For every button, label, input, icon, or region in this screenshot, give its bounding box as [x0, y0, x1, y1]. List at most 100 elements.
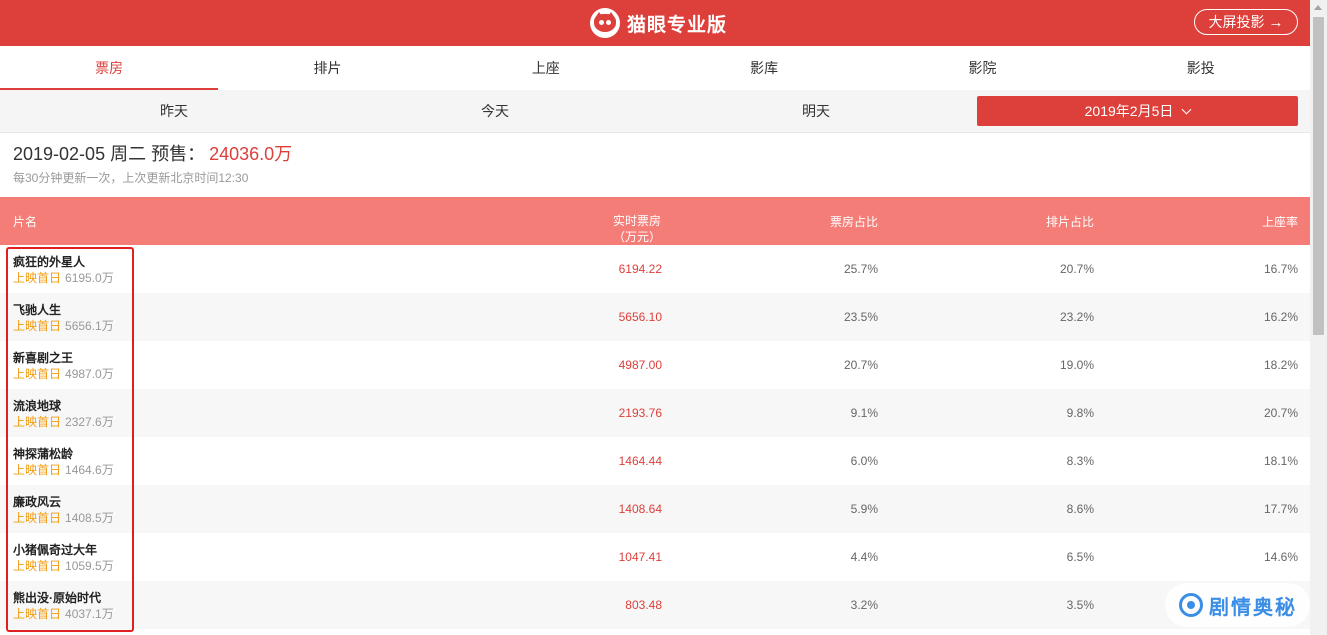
show-share-value: 6.5% — [1066, 550, 1094, 564]
header-realtime-box[interactable]: 实时票房 （万元） — [560, 197, 662, 245]
selected-date: 2019年2月5日 — [1084, 103, 1174, 119]
seat-rate-value: 14.6% — [1263, 550, 1298, 564]
seat-rate-value: 18.2% — [1263, 358, 1298, 372]
date-yesterday[interactable]: 昨天 — [94, 90, 254, 132]
release-tag: 上映首日 — [13, 607, 62, 621]
show-share-value: 8.3% — [1066, 454, 1094, 468]
release-tag: 上映首日 — [13, 511, 62, 525]
header-box-share[interactable]: 票房占比 — [780, 197, 878, 245]
movie-name[interactable]: 神探蒲松龄 — [13, 445, 73, 462]
show-share-value: 20.7% — [1059, 262, 1094, 276]
tab-attendance[interactable]: 上座 — [437, 46, 655, 90]
tab-boxoffice[interactable]: 票房 — [0, 46, 219, 90]
table-row[interactable]: 新喜剧之王 上映首日 4987.0万 4987.00 20.7% 19.0% 18.2% — [0, 341, 1310, 389]
movie-name[interactable]: 流浪地球 — [13, 397, 61, 414]
realtime-box-value: 1408.64 — [618, 502, 662, 516]
show-share-value: 9.8% — [1066, 406, 1094, 420]
box-share-value: 6.0% — [850, 454, 878, 468]
cumulative-box: 4037.1万 — [65, 607, 114, 621]
header-seat-rate[interactable]: 上座率 — [1200, 197, 1298, 245]
main-tabs: 票房 排片 上座 影库 影院 影投 — [0, 46, 1310, 91]
movie-name[interactable]: 疯狂的外星人 — [13, 253, 85, 270]
realtime-box-value: 5656.10 — [618, 310, 662, 324]
box-share-value: 5.9% — [850, 502, 878, 516]
realtime-box-value: 1464.44 — [618, 454, 662, 468]
movie-name[interactable]: 飞驰人生 — [13, 301, 61, 318]
realtime-box-value: 4987.00 — [618, 358, 662, 372]
cumulative-box: 1408.5万 — [65, 511, 114, 525]
header-realtime-line2: （万元） — [612, 230, 661, 244]
release-info: 上映首日 1464.6万 — [13, 461, 114, 478]
table-row[interactable]: 熊出没·原始时代 上映首日 4037.1万 803.48 3.2% 3.5% — [0, 581, 1310, 629]
tab-schedule[interactable]: 排片 — [218, 46, 436, 90]
realtime-box-value: 2193.76 — [618, 406, 662, 420]
movie-name[interactable]: 廉政风云 — [13, 493, 61, 510]
release-info: 上映首日 1059.5万 — [13, 557, 114, 574]
seat-rate-value: 16.2% — [1263, 310, 1298, 324]
movie-name[interactable]: 小猪佩奇过大年 — [13, 541, 97, 558]
box-share-value: 23.5% — [843, 310, 878, 324]
release-info: 上映首日 6195.0万 — [13, 269, 114, 286]
realtime-box-value: 6194.22 — [618, 262, 662, 276]
update-note: 每30分钟更新一次，上次更新北京时间12:30 — [13, 171, 249, 185]
show-share-value: 23.2% — [1059, 310, 1094, 324]
table-row[interactable]: 神探蒲松龄 上映首日 1464.6万 1464.44 6.0% 8.3% 18.1% — [0, 437, 1310, 485]
logo[interactable]: 猫眼专业版 — [590, 6, 727, 40]
release-tag: 上映首日 — [13, 415, 62, 429]
watermark-text: 剧情奥秘 — [1209, 596, 1297, 619]
cumulative-box: 2327.6万 — [65, 415, 114, 429]
boxoffice-table-body: 疯狂的外星人 上映首日 6195.0万 6194.22 25.7% 20.7% 16.7% 飞… — [0, 245, 1310, 629]
release-info: 上映首日 1408.5万 — [13, 509, 114, 526]
tab-cinemas[interactable]: 影院 — [873, 46, 1091, 90]
table-row[interactable]: 疯狂的外星人 上映首日 6195.0万 6194.22 25.7% 20.7% 16.7% — [0, 245, 1310, 293]
scrollbar-thumb[interactable] — [1313, 17, 1324, 335]
seat-rate-value: 17.7% — [1263, 502, 1298, 516]
release-info: 上映首日 4987.0万 — [13, 365, 114, 382]
tab-movie-library[interactable]: 影库 — [655, 46, 873, 90]
release-tag: 上映首日 — [13, 367, 62, 381]
seat-rate-value: 18.1% — [1263, 454, 1298, 468]
box-share-value: 3.2% — [850, 598, 878, 612]
release-tag: 上映首日 — [13, 463, 62, 477]
movie-name[interactable]: 新喜剧之王 — [13, 349, 73, 366]
top-header: 猫眼专业版 大屏投影 → — [0, 0, 1310, 46]
watermark-logo-icon — [1179, 593, 1203, 617]
presale-summary: 2019-02-05 周二 预售： 24036.0万 — [13, 140, 292, 166]
summary-date-line: 2019-02-05 周二 预售： — [13, 144, 206, 164]
table-row[interactable]: 廉政风云 上映首日 1408.5万 1408.64 5.9% 8.6% 17.7% — [0, 485, 1310, 533]
cumulative-box: 1464.6万 — [65, 463, 114, 477]
arrow-right-icon: → — [1268, 13, 1284, 31]
box-share-value: 25.7% — [843, 262, 878, 276]
tab-investors[interactable]: 影投 — [1092, 46, 1310, 90]
table-row[interactable]: 小猪佩奇过大年 上映首日 1059.5万 1047.41 4.4% 6.5% 14.6% — [0, 533, 1310, 581]
bigscreen-label: 大屏投影 — [1208, 14, 1265, 30]
vertical-scrollbar[interactable] — [1310, 0, 1327, 635]
cumulative-box: 6195.0万 — [65, 271, 114, 285]
show-share-value: 19.0% — [1059, 358, 1094, 372]
header-realtime-line1: 实时票房 — [612, 214, 661, 228]
date-picker-dropdown[interactable]: 2019年2月5日 — [977, 96, 1298, 126]
table-row[interactable]: 流浪地球 上映首日 2327.6万 2193.76 9.1% 9.8% 20.7% — [0, 389, 1310, 437]
cumulative-box: 1059.5万 — [65, 559, 114, 573]
realtime-box-value: 803.48 — [625, 598, 662, 612]
header-show-share[interactable]: 排片占比 — [996, 197, 1094, 245]
cumulative-box: 4987.0万 — [65, 367, 114, 381]
box-share-value: 20.7% — [843, 358, 878, 372]
realtime-box-value: 1047.41 — [618, 550, 662, 564]
header-movie-name: 片名 — [13, 214, 38, 229]
date-selector-bar: 昨天 今天 明天 2019年2月5日 — [0, 90, 1310, 133]
box-share-value: 9.1% — [850, 406, 878, 420]
show-share-value: 3.5% — [1066, 598, 1094, 612]
app-window: 猫眼专业版 大屏投影 → 票房 排片 上座 影库 影院 影投 昨天 今天 明天 … — [0, 0, 1310, 635]
release-info: 上映首日 2327.6万 — [13, 413, 114, 430]
movie-name[interactable]: 熊出没·原始时代 — [13, 589, 101, 606]
date-tomorrow[interactable]: 明天 — [736, 90, 896, 132]
maoyan-cat-icon — [590, 8, 620, 38]
table-row[interactable]: 飞驰人生 上映首日 5656.1万 5656.10 23.5% 23.2% 16.2% — [0, 293, 1310, 341]
bigscreen-button[interactable]: 大屏投影 → — [1194, 9, 1298, 35]
seat-rate-value: 16.7% — [1263, 262, 1298, 276]
app-name: 猫眼专业版 — [627, 14, 728, 36]
presale-amount: 24036.0万 — [209, 144, 293, 164]
date-today[interactable]: 今天 — [415, 90, 575, 132]
scroll-up-arrow-icon[interactable] — [1314, 5, 1322, 10]
